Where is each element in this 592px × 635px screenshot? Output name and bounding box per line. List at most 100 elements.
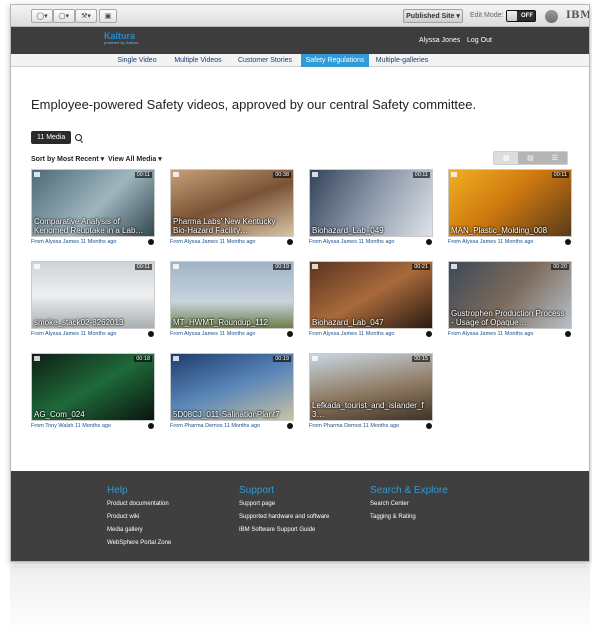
video-type-icon [312,172,318,177]
video-thumbnail[interactable]: 00:11 Biohazard_Lab_049 [309,169,433,237]
video-meta[interactable]: From Alyssa James 11 Months ago [448,331,534,337]
video-thumbnail[interactable]: 00:19 MT_HWMT_Roundup_112 [170,261,294,329]
play-icon[interactable] [426,331,432,337]
video-title: Biohazard_Lab_047 [312,317,384,327]
video-meta[interactable]: From Tony Walsh 11 Months ago [31,423,111,429]
footer-link[interactable]: IBM Software Support Guide [239,527,315,533]
play-icon[interactable] [565,331,571,337]
footer-link[interactable]: Support page [239,501,275,507]
help-icon[interactable] [545,10,558,23]
footer-link[interactable]: Tagging & Rating [370,514,416,520]
nav-customer-stories[interactable]: Customer Stories [229,54,301,67]
video-card[interactable]: 00:38 Pharma Labs' New Kentucky Bio-Hazar… [170,169,294,249]
footer-link[interactable]: Supported hardware and software [239,514,329,520]
play-icon[interactable] [426,239,432,245]
kaltura-logo[interactable]: Kaltura powered by Kaltura [104,31,138,45]
video-thumbnail[interactable]: 00:15 Lefkada_tourist_and_islander_f 3… [309,353,433,421]
video-card[interactable]: 00:11 MAN_Plastic_Molding_008 From Alyssa… [448,169,572,249]
edit-mode-toggle[interactable]: OFF [506,10,536,22]
video-card[interactable]: 00:11 Comparative Analysis of Kenomed Reu… [31,169,155,249]
video-type-icon [312,264,318,269]
video-meta[interactable]: From Alyssa James 11 Months ago [170,331,256,337]
video-thumbnail[interactable]: 00:11 Comparative Analysis of Kenomed Reu… [31,169,155,237]
media-count-badge: 11 Media [31,131,72,144]
globe-menu-button[interactable]: ◯▾ [31,9,53,23]
published-site-label: Published Site [406,12,455,20]
camera-button[interactable]: ▣ [99,9,117,23]
video-thumbnail[interactable]: 00:11 smoke_stack02-8262013 [31,261,155,329]
play-icon[interactable] [148,423,154,429]
video-title: MAN_Plastic_Molding_008 [451,225,548,235]
published-site-dropdown[interactable]: Published Site ▾ [403,9,463,23]
globe-icon: ◯▾ [36,13,48,20]
logout-link[interactable]: Log Out [467,37,492,44]
nav-single-video[interactable]: Single Video [107,54,167,67]
video-title: Pharma Labs' New Kentucky Bio-Hazard Fac… [173,217,276,235]
video-type-icon [451,264,457,269]
video-title: 5D08CJ_011-SalinationPlant7 [173,409,280,419]
video-type-icon [173,172,179,177]
video-card[interactable]: 00:20 Gustrophen Production Process - Usa… [448,261,572,341]
video-card[interactable]: 00:15 Lefkada_tourist_and_islander_f 3… F… [309,353,433,433]
play-icon[interactable] [148,239,154,245]
video-card[interactable]: 00:18 AG_Com_024 From Tony Walsh 11 Month… [31,353,155,433]
play-icon[interactable] [287,423,293,429]
video-title: Biohazard_Lab_049 [312,225,384,235]
top-toolbar: ◯▾ ▢▾ ⚒▾ ▣ Published Site ▾ Edit Mode: O… [11,5,589,27]
video-meta[interactable]: From Alyssa James 11 Months ago [309,239,395,245]
video-card[interactable]: 00:19 5D08CJ_011-SalinationPlant7 From Ph… [170,353,294,433]
nav-multiple-videos[interactable]: Multiple Videos [167,54,229,67]
play-icon[interactable] [287,239,293,245]
video-thumbnail[interactable]: 00:20 Gustrophen Production Process - Usa… [448,261,572,329]
play-icon[interactable] [148,331,154,337]
video-thumbnail[interactable]: 00:11 MAN_Plastic_Molding_008 [448,169,572,237]
video-card[interactable]: 00:11 Biohazard_Lab_049 From Alyssa James… [309,169,433,249]
video-title: Comparative Analysis of Kenomed Reuptake… [34,217,144,235]
play-icon[interactable] [287,331,293,337]
view-filter-dropdown[interactable]: View All Media ▾ [108,155,162,163]
video-duration: 00:20 [551,264,569,270]
footer-link[interactable]: Search Center [370,501,409,507]
video-meta[interactable]: From Pharma Demos 11 Months ago [309,423,399,429]
footer-link[interactable]: WebSphere Portal Zone [107,540,171,546]
view-filter-label: View All Media [108,156,157,163]
play-icon[interactable] [426,423,432,429]
video-card[interactable]: 00:21 Biohazard_Lab_047 From Alyssa James… [309,261,433,341]
video-meta[interactable]: From Pharma Demos 11 Months ago [170,423,260,429]
video-meta[interactable]: From Alyssa James 11 Months ago [448,239,534,245]
video-card[interactable]: 00:11 smoke_stack02-8262013 From Alyssa J… [31,261,155,341]
video-type-icon [173,356,179,361]
site-footer: Help Product documentation Product wiki … [11,471,589,561]
video-meta[interactable]: From Alyssa James 11 Months ago [309,331,395,337]
video-thumbnail[interactable]: 00:19 5D08CJ_011-SalinationPlant7 [170,353,294,421]
video-type-icon [173,264,179,269]
search-icon[interactable] [75,134,82,141]
nav-safety-regulations[interactable]: Safety Regulations [301,54,369,67]
page-icon: ▢▾ [58,13,70,20]
footer-link[interactable]: Product documentation [107,501,169,507]
detail-view-icon[interactable]: ☰ [542,152,567,164]
wrench-icon: ⚒▾ [81,13,91,20]
footer-link[interactable]: Product wiki [107,514,139,520]
video-meta[interactable]: From Alyssa James 11 Months ago [31,239,117,245]
video-thumbnail[interactable]: 00:18 AG_Com_024 [31,353,155,421]
footer-search-heading: Search & Explore [370,485,448,496]
page-menu-button[interactable]: ▢▾ [53,9,75,23]
footer-link[interactable]: Media gallery [107,527,143,533]
play-icon[interactable] [565,239,571,245]
view-mode-toggle: ▦ ▤ ☰ [493,151,568,165]
user-name-link[interactable]: Alyssa Jones [419,37,460,44]
list-view-icon[interactable]: ▤ [518,152,543,164]
video-meta[interactable]: From Alyssa James 11 Months ago [31,331,117,337]
video-title: MT_HWMT_Roundup_112 [173,317,269,327]
sort-dropdown[interactable]: Sort by Most Recent ▾ [31,155,104,163]
video-meta[interactable]: From Alyssa James 11 Months ago [170,239,256,245]
tools-menu-button[interactable]: ⚒▾ [75,9,97,23]
video-thumbnail[interactable]: 00:38 Pharma Labs' New Kentucky Bio-Hazar… [170,169,294,237]
ibm-logo: IBM [566,10,590,21]
video-duration: 00:11 [134,264,152,270]
nav-multiple-galleries[interactable]: Multiple-galleries [369,54,435,67]
video-card[interactable]: 00:19 MT_HWMT_Roundup_112 From Alyssa Jam… [170,261,294,341]
video-thumbnail[interactable]: 00:21 Biohazard_Lab_047 [309,261,433,329]
grid-view-icon[interactable]: ▦ [494,152,518,164]
